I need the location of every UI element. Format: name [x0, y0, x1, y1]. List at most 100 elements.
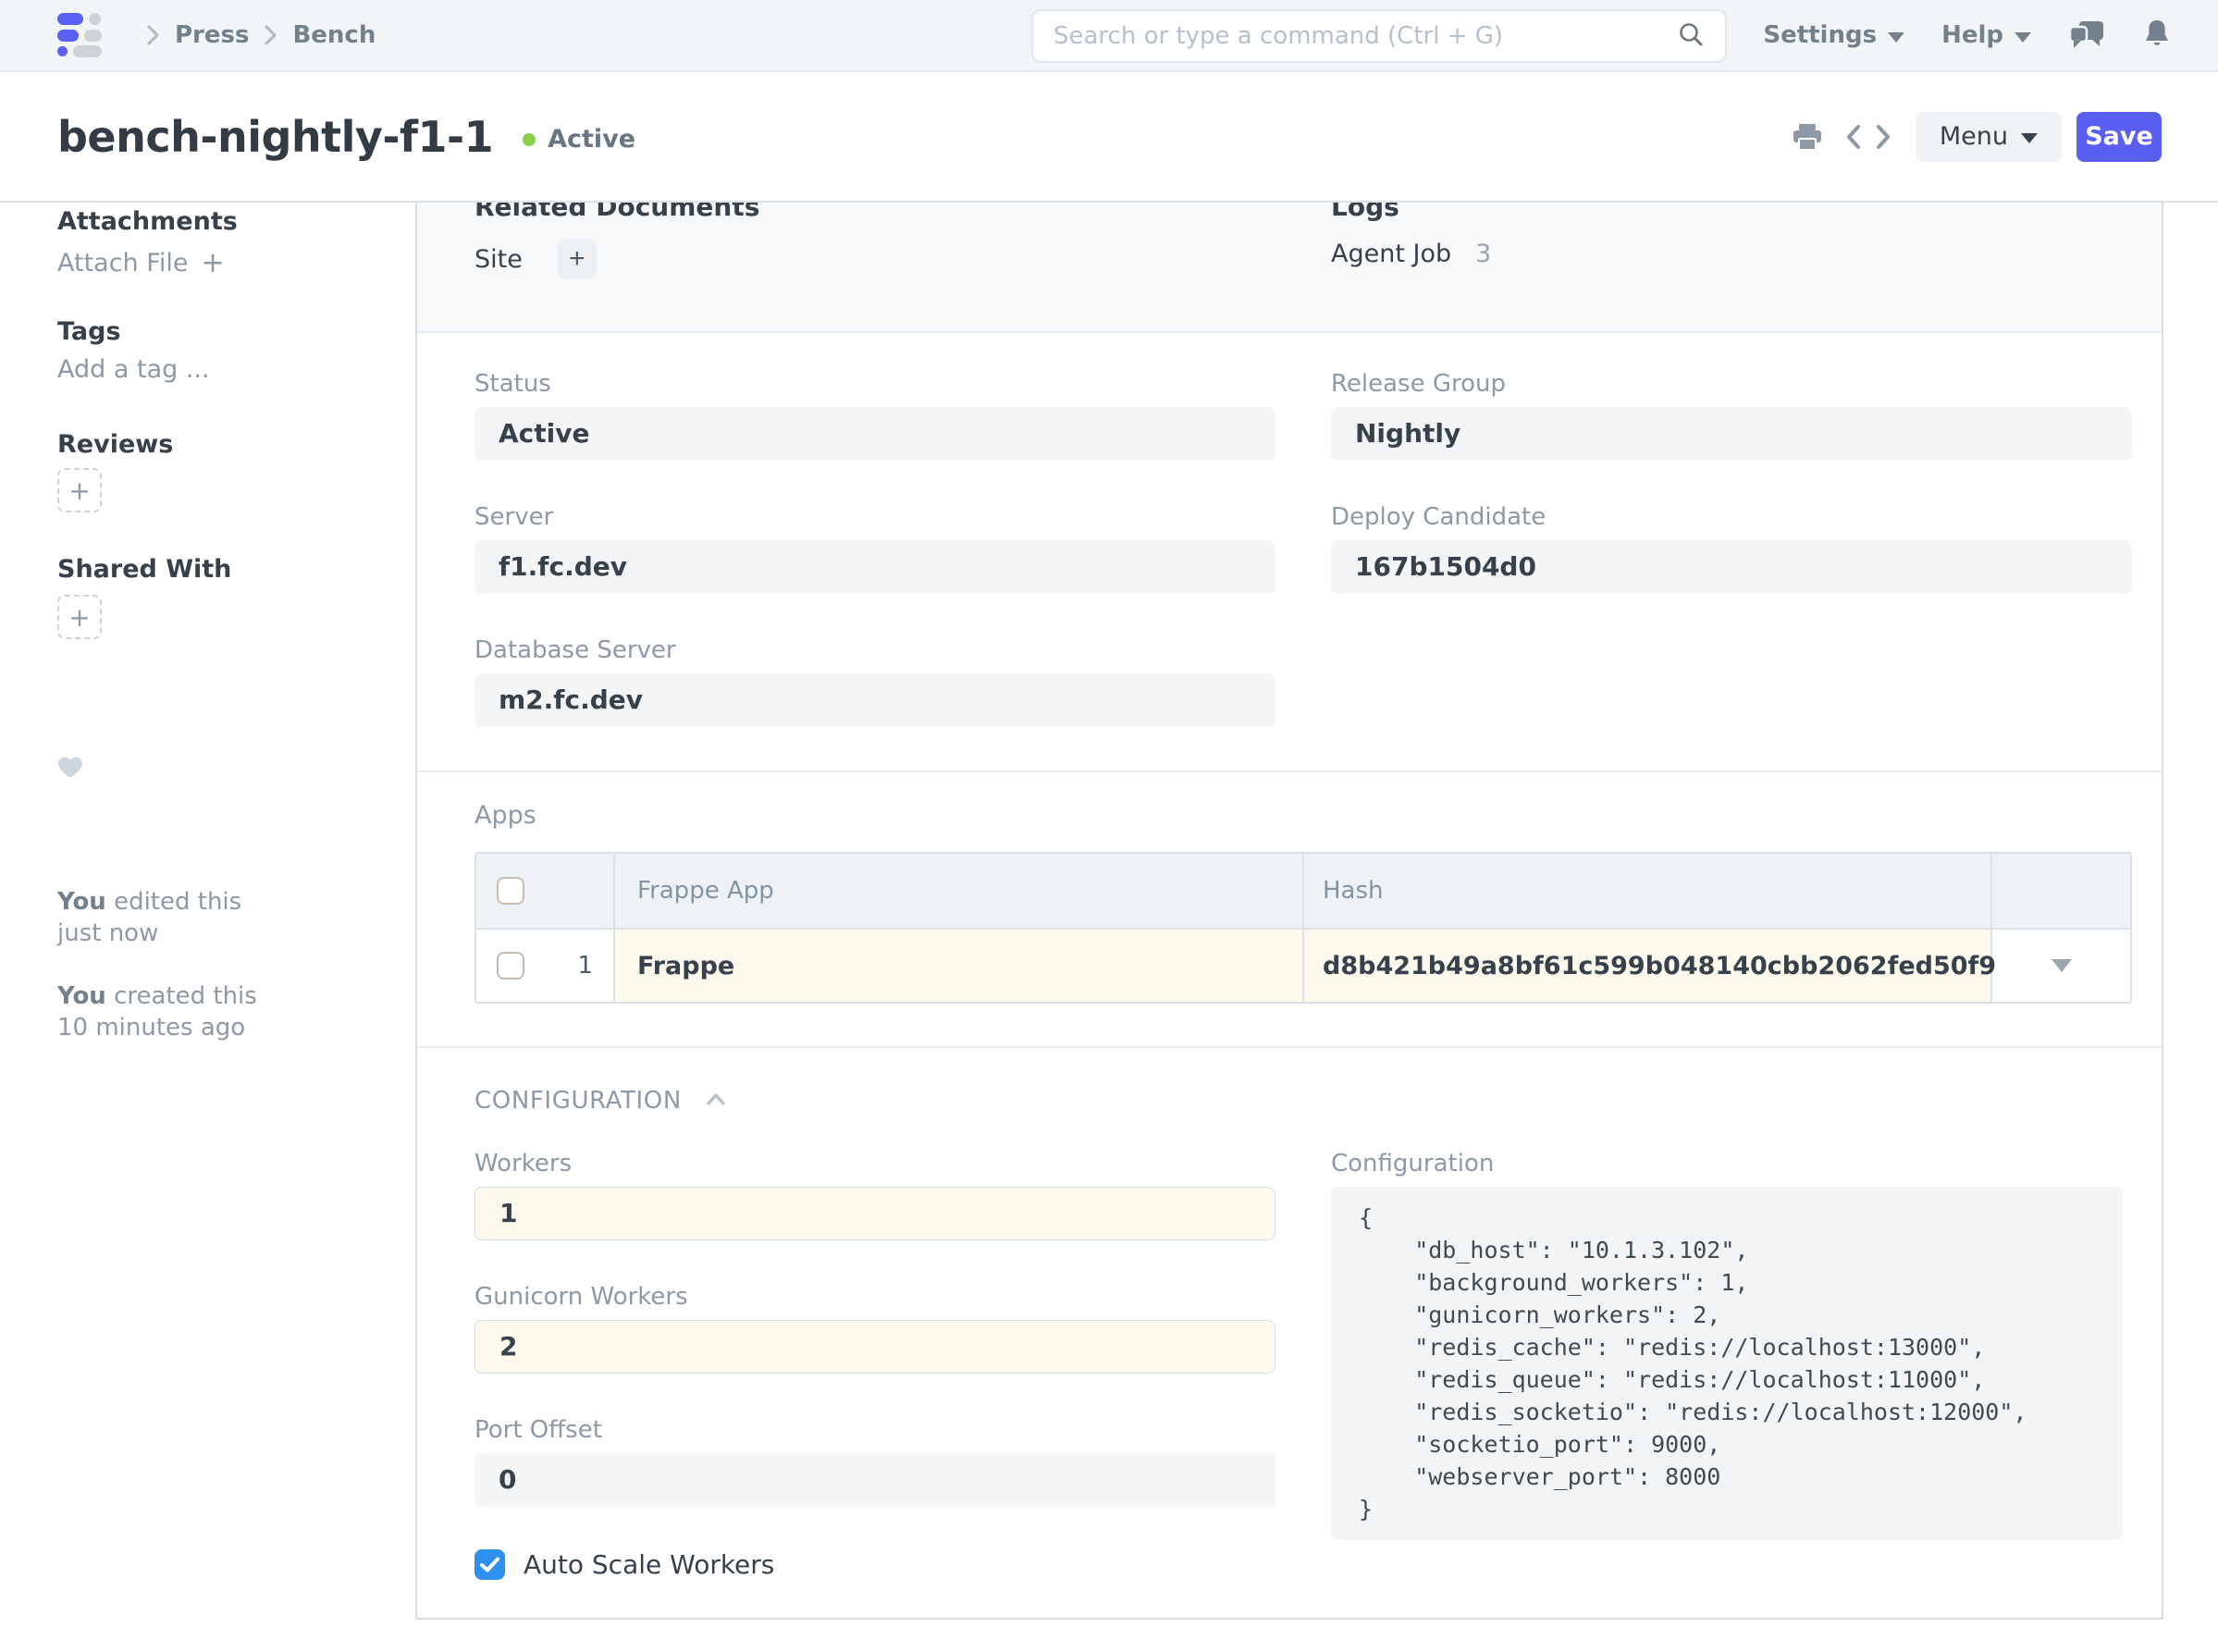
workers-input[interactable]: 1 — [474, 1187, 1275, 1240]
status-indicator-label: Active — [548, 125, 635, 154]
add-share-button[interactable]: + — [57, 595, 102, 639]
navbar-right: A Settings Help — [1689, 17, 2172, 54]
field-database-server: Database Server m2.fc.dev — [474, 636, 1275, 727]
database-server-field-label: Database Server — [474, 636, 1275, 664]
code-line: { — [1359, 1202, 2095, 1234]
logs-column: Logs Agent Job 3 — [1331, 203, 2134, 331]
code-line: "db_host": "10.1.3.102", — [1359, 1234, 2095, 1266]
field-server: Server f1.fc.dev — [474, 503, 1275, 594]
related-documents-title: Related Documents — [474, 203, 1331, 222]
port-offset-field-label: Port Offset — [474, 1416, 1275, 1444]
field-release-group: Release Group Nightly — [1331, 370, 2132, 461]
edited-when: just now — [57, 919, 158, 947]
code-line: "redis_queue": "redis://localhost:11000"… — [1359, 1363, 2095, 1396]
plus-icon: + — [68, 602, 90, 633]
status-field-value[interactable]: Active — [474, 407, 1275, 461]
help-menu[interactable]: Help — [1941, 21, 2031, 49]
row-expand-icon[interactable] — [2052, 959, 2072, 972]
configuration-left-column: Workers 1 Gunicorn Workers 2 Port Offset… — [474, 1150, 1275, 1580]
site-link[interactable]: Site — [474, 245, 523, 274]
save-button[interactable]: Save — [2076, 112, 2162, 162]
created-by: You — [57, 982, 106, 1010]
attach-file-button[interactable]: Attach File + — [57, 249, 378, 278]
like-heart-icon[interactable] — [57, 755, 378, 783]
chat-icon[interactable] — [2068, 19, 2105, 51]
server-field-value[interactable]: f1.fc.dev — [474, 540, 1275, 594]
breadcrumb-item-bench[interactable]: Bench — [292, 21, 376, 49]
release-group-field-value[interactable]: Nightly — [1331, 407, 2132, 461]
settings-menu[interactable]: Settings — [1763, 21, 1904, 49]
code-line: "webserver_port": 8000 — [1359, 1461, 2095, 1493]
gunicorn-workers-field-label: Gunicorn Workers — [474, 1283, 1275, 1311]
field-port-offset: Port Offset 0 — [474, 1416, 1275, 1507]
field-gunicorn-workers: Gunicorn Workers 2 — [474, 1283, 1275, 1374]
code-line: "socketio_port": 9000, — [1359, 1428, 2095, 1461]
table-row: 1 Frappe d8b421b49a8bf61c599b048140cbb20… — [476, 928, 2130, 1002]
plus-icon: + — [201, 249, 224, 278]
app-logo-icon[interactable] — [57, 13, 102, 57]
configuration-json-label: Configuration — [1331, 1150, 2132, 1177]
database-server-field-value[interactable]: m2.fc.dev — [474, 673, 1275, 727]
add-site-button[interactable]: + — [558, 240, 597, 278]
breadcrumb-chevron-icon — [264, 24, 277, 46]
auto-scale-workers-checkbox[interactable] — [474, 1549, 505, 1580]
configuration-right-column: Configuration { "db_host": "10.1.3.102",… — [1331, 1150, 2132, 1580]
code-line: "background_workers": 1, — [1359, 1266, 2095, 1299]
select-all-checkbox[interactable] — [497, 877, 524, 905]
previous-document-icon[interactable] — [1845, 124, 1861, 150]
notifications-bell-icon[interactable] — [2142, 18, 2172, 52]
row-checkbox[interactable] — [497, 952, 524, 980]
next-document-icon[interactable] — [1876, 124, 1891, 150]
status-dot-icon — [523, 133, 536, 146]
field-status: Status Active — [474, 370, 1275, 461]
field-workers: Workers 1 — [474, 1150, 1275, 1240]
configuration-section: CONFIGURATION Workers 1 Gunicorn Workers… — [417, 1048, 2162, 1580]
code-line: "redis_cache": "redis://localhost:13000"… — [1359, 1331, 2095, 1363]
shared-with-section-title: Shared With — [57, 555, 378, 585]
menu-button[interactable]: Menu — [1916, 112, 2062, 162]
search-icon[interactable] — [1677, 20, 1705, 52]
reviews-section-title: Reviews — [57, 430, 378, 460]
add-review-button[interactable]: + — [57, 468, 102, 512]
auto-scale-workers-field: Auto Scale Workers — [474, 1549, 1275, 1580]
created-when: 10 minutes ago — [57, 1014, 245, 1042]
app-hash-cell[interactable]: d8b421b49a8bf61c599b048140cbb2062fed50f9 — [1323, 952, 1996, 980]
status-field-label: Status — [474, 370, 1275, 398]
code-line: "redis_socketio": "redis://localhost:120… — [1359, 1396, 2095, 1428]
logs-title: Logs — [1331, 203, 2134, 222]
print-icon[interactable] — [1792, 122, 1823, 152]
plus-icon: + — [68, 475, 90, 506]
chevron-down-icon — [1888, 32, 1904, 43]
breadcrumb-item-press[interactable]: Press — [175, 21, 249, 49]
app-name-cell[interactable]: Frappe — [637, 952, 734, 980]
gunicorn-workers-input[interactable]: 2 — [474, 1320, 1275, 1374]
status-indicator: Active — [523, 125, 635, 154]
attach-file-label: Attach File — [57, 249, 188, 278]
menu-button-label: Menu — [1940, 122, 2008, 151]
auto-scale-workers-label: Auto Scale Workers — [524, 1549, 774, 1580]
deploy-candidate-field-value[interactable]: 167b1504d0 — [1331, 540, 2132, 594]
related-documents-column: Related Documents Site + — [474, 203, 1331, 331]
tags-section-title: Tags — [57, 317, 378, 347]
logo-row — [57, 30, 102, 42]
edited-by: You — [57, 888, 106, 916]
port-offset-input[interactable]: 0 — [474, 1453, 1275, 1507]
agent-job-link[interactable]: Agent Job — [1331, 240, 1451, 268]
apps-table: Frappe App Hash 1 Frappe d8b421b49a8bf61… — [474, 852, 2132, 1004]
add-tag-input[interactable]: Add a tag ... — [57, 355, 378, 385]
search-bar[interactable] — [1031, 9, 1727, 63]
document-body: Attachments Attach File + Tags Add a tag… — [0, 203, 2218, 1652]
configuration-section-toggle[interactable]: CONFIGURATION — [474, 1087, 2134, 1115]
document-form: Related Documents Site + Logs Agent Job … — [415, 203, 2163, 1620]
edited-action: edited this — [114, 888, 241, 916]
deploy-candidate-field-label: Deploy Candidate — [1331, 503, 2132, 531]
document-sidebar: Attachments Attach File + Tags Add a tag… — [0, 203, 415, 1652]
created-meta: You created this 10 minutes ago — [57, 980, 378, 1043]
search-input[interactable] — [1054, 22, 1677, 50]
release-group-field-label: Release Group — [1331, 370, 2132, 398]
logo-row — [57, 13, 102, 25]
code-line: "gunicorn_workers": 2, — [1359, 1299, 2095, 1331]
field-deploy-candidate: Deploy Candidate 167b1504d0 — [1331, 503, 2132, 594]
column-header-hash: Hash — [1323, 877, 1384, 905]
column-header-frappe-app: Frappe App — [637, 877, 774, 905]
